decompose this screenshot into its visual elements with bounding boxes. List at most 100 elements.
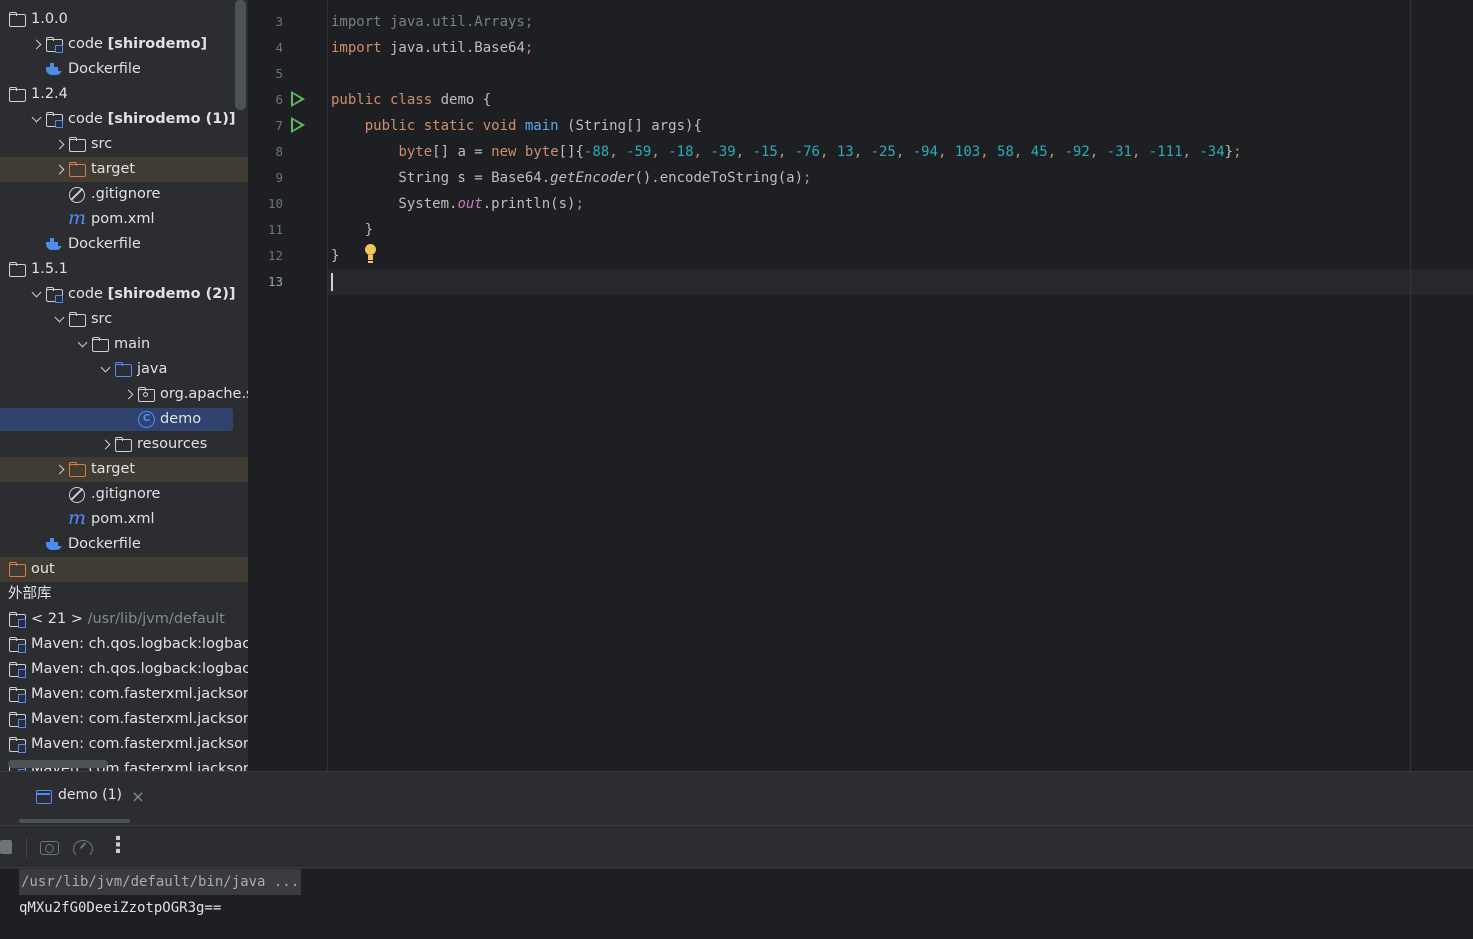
tree-vertical-scrollbar[interactable] xyxy=(235,0,246,110)
tree-row-text: target xyxy=(91,161,136,177)
tree-row-text: Maven: com.fasterxml.jackson.core xyxy=(31,711,248,727)
chevron-down-icon[interactable] xyxy=(31,107,43,132)
text-caret xyxy=(331,273,333,291)
chevron-down-icon[interactable] xyxy=(77,332,89,357)
library-icon xyxy=(8,732,26,757)
tree-row[interactable]: .gitignore xyxy=(0,482,248,507)
chevron-down-icon[interactable] xyxy=(100,357,112,382)
more-options-icon[interactable]: ⋮ xyxy=(107,835,129,857)
tree-row[interactable]: m pom.xml xyxy=(0,207,248,232)
profiler-gauge-icon[interactable] xyxy=(73,837,93,858)
project-tree[interactable]: 1.0.0 code [shirodemo] Dockerfile 1.2.4 code… xyxy=(0,0,248,771)
tree-row[interactable]: out xyxy=(0,557,248,582)
chevron-right-icon[interactable] xyxy=(100,432,112,457)
code-line[interactable]: public static void main (String[] args){ xyxy=(331,113,702,139)
line-number: 9 xyxy=(275,170,283,185)
code-token: , xyxy=(853,144,871,160)
code-line[interactable]: import java.util.Arrays; xyxy=(331,9,533,35)
tree-row[interactable]: org.apache.shiro xyxy=(0,382,248,407)
tree-row-label: src xyxy=(91,132,112,157)
code-line[interactable]: } xyxy=(331,243,339,269)
tab-selected-indicator xyxy=(19,819,130,823)
tree-row[interactable]: demo xyxy=(0,407,248,432)
code-line[interactable]: System.out.println(s); xyxy=(331,191,583,217)
code-token: -59 xyxy=(626,144,652,160)
tree-row-text: src xyxy=(91,311,113,327)
tree-row[interactable]: Dockerfile xyxy=(0,232,248,257)
code-token: new xyxy=(491,144,517,160)
chevron-down-icon[interactable] xyxy=(54,307,66,332)
chevron-right-icon[interactable] xyxy=(54,457,66,482)
tree-row[interactable]: src xyxy=(0,307,248,332)
tree-row-text: pom.xml xyxy=(91,511,155,527)
tree-row-text: org.apache.shiro xyxy=(160,386,248,402)
code-editor[interactable]: 3 4 5 6 7 8 9 10 11 12 13 import java.util.Arrays;… xyxy=(248,0,1473,771)
tree-row[interactable]: 1.0.0 xyxy=(0,7,248,32)
tree-row-label: .gitignore xyxy=(91,182,160,207)
tree-row[interactable]: .gitignore xyxy=(0,182,248,207)
run-tab-demo[interactable]: demo (1) xyxy=(19,772,130,824)
tree-row-label: Maven: ch.qos.logback:logback-core xyxy=(31,657,248,682)
console-icon xyxy=(36,790,52,804)
tree-row[interactable]: 外部库 xyxy=(0,582,248,607)
code-token: public class xyxy=(331,92,433,108)
run-tool-window: demo (1) × ⋮ /usr/lib/jvm/default/bin/ja… xyxy=(0,771,1473,939)
chevron-right-icon[interactable] xyxy=(54,157,66,182)
tree-row[interactable]: src xyxy=(0,132,248,157)
tree-row[interactable]: resources xyxy=(0,432,248,457)
code-line[interactable]: } xyxy=(331,217,373,243)
run-gutter-icon[interactable] xyxy=(290,91,305,107)
code-line[interactable]: public class demo { xyxy=(331,87,491,113)
module-icon xyxy=(45,282,63,307)
tree-row[interactable]: 1.2.4 xyxy=(0,82,248,107)
tree-row[interactable]: target xyxy=(0,457,248,482)
code-token: , xyxy=(1013,144,1031,160)
tree-row[interactable]: < 21 > /usr/lib/jvm/default xyxy=(0,607,248,632)
tree-row[interactable]: java xyxy=(0,357,248,382)
tree-row[interactable]: Dockerfile xyxy=(0,532,248,557)
tree-row[interactable]: Maven: com.fasterxml.jackson.core xyxy=(0,707,248,732)
tree-row[interactable]: code [shirodemo] xyxy=(0,32,248,57)
chevron-down-icon[interactable] xyxy=(31,282,43,307)
tree-row[interactable]: Maven: com.fasterxml.jackson.core xyxy=(0,732,248,757)
tree-row[interactable]: main xyxy=(0,332,248,357)
run-gutter-icon[interactable] xyxy=(290,117,305,133)
tree-row[interactable]: m pom.xml xyxy=(0,507,248,532)
tree-row[interactable]: Maven: com.fasterxml.jackson.core xyxy=(0,682,248,707)
chevron-right-icon[interactable] xyxy=(123,382,135,407)
close-tab-icon[interactable]: × xyxy=(131,789,145,805)
camera-icon[interactable] xyxy=(39,837,59,857)
lightbulb-icon[interactable] xyxy=(364,244,377,262)
tree-row[interactable]: code [shirodemo (1)] xyxy=(0,107,248,132)
tree-row-label: Dockerfile xyxy=(68,232,141,257)
chevron-right-icon[interactable] xyxy=(54,132,66,157)
stop-icon[interactable] xyxy=(0,840,12,854)
code-token: java.util.Base64 xyxy=(381,40,525,56)
tree-row[interactable]: code [shirodemo (2)] xyxy=(0,282,248,307)
tree-row-text: < 21 > xyxy=(31,611,88,627)
chevron-right-icon[interactable] xyxy=(31,32,43,57)
console-output[interactable]: /usr/lib/jvm/default/bin/java ... qMXu2f… xyxy=(0,869,1473,939)
code-token: 45 xyxy=(1030,144,1048,160)
module-icon xyxy=(45,32,63,57)
code-token: import java.util.Arrays; xyxy=(331,14,534,30)
tree-row-text: .gitignore xyxy=(91,486,161,502)
tree-row-text: 1.2.4 xyxy=(31,86,68,102)
folder-icon xyxy=(8,257,26,282)
tree-row-text: code xyxy=(68,36,108,52)
code-line[interactable]: import java.util.Base64; xyxy=(331,35,533,61)
tree-row[interactable]: target xyxy=(0,157,248,182)
tree-row[interactable]: 1.5.1 xyxy=(0,257,248,282)
tree-row-text: Maven: com.fasterxml.jackson.core xyxy=(31,736,248,752)
tree-row[interactable]: Maven: ch.qos.logback:logback-core xyxy=(0,657,248,682)
code-line[interactable]: byte[] a = new byte[]{-88, -59, -18, -39… xyxy=(331,139,1241,165)
code-line[interactable]: String s = Base64.getEncoder().encodeToS… xyxy=(331,165,811,191)
tree-horizontal-scrollbar[interactable] xyxy=(8,760,108,768)
tree-row[interactable]: Maven: ch.qos.logback:logback-classic xyxy=(0,632,248,657)
right-margin-guide xyxy=(1410,0,1411,771)
console-command-line[interactable]: /usr/lib/jvm/default/bin/java ... xyxy=(19,869,302,895)
ide-window: 1.0.0 code [shirodemo] Dockerfile 1.2.4 code… xyxy=(0,0,1473,939)
tree-row[interactable]: Dockerfile xyxy=(0,57,248,82)
tree-row-label: pom.xml xyxy=(91,207,155,232)
